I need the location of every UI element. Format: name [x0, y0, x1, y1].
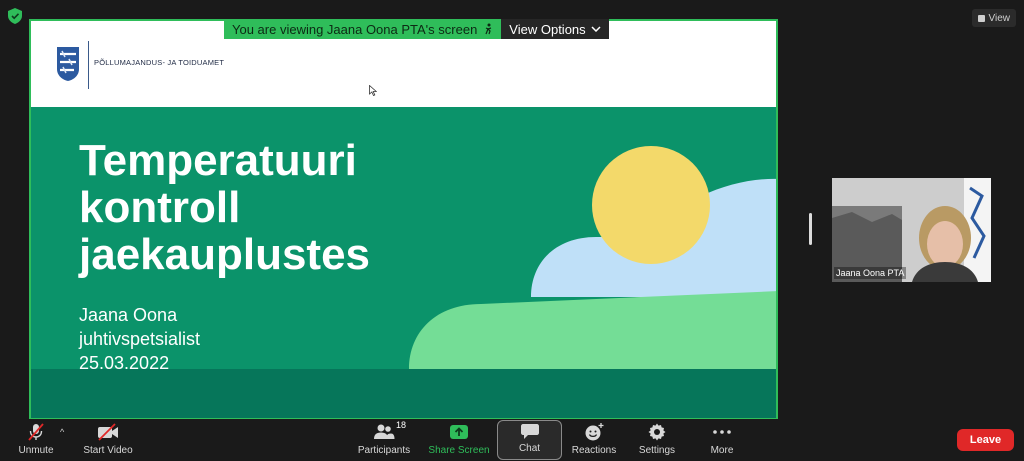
- participants-label: Participants: [357, 445, 411, 456]
- viewing-screen-text: You are viewing Jaana Oona PTA's screen: [232, 21, 478, 37]
- mouse-pointer-icon: [369, 85, 377, 96]
- chat-button[interactable]: Chat: [497, 420, 562, 460]
- settings-button[interactable]: Settings: [634, 419, 680, 461]
- slide-footer-band: [31, 369, 776, 418]
- shared-screen[interactable]: Põllumajandus- ja Toiduamet Temperatuuri…: [29, 19, 778, 420]
- participants-button[interactable]: 18 Participants: [355, 419, 413, 461]
- chat-label: Chat: [518, 443, 541, 454]
- hill-shape: [409, 291, 776, 369]
- view-button[interactable]: View: [971, 9, 1016, 27]
- share-screen-label: Share Screen: [428, 445, 490, 456]
- presenter-info: Jaana Oona juhtivspetsialist 25.03.2022: [79, 303, 200, 375]
- more-label: More: [710, 445, 734, 456]
- reactions-button[interactable]: Reactions: [568, 419, 620, 461]
- coat-of-arms-logo: [57, 47, 79, 81]
- view-options-dropdown[interactable]: View Options: [501, 19, 609, 39]
- view-layout-icon: [977, 14, 985, 22]
- panel-resize-handle[interactable]: [809, 213, 812, 245]
- logo-divider: [88, 41, 89, 89]
- slide-title-line: jaekauplustes: [79, 230, 371, 279]
- video-off-icon: [96, 422, 120, 442]
- presenter-name: Jaana Oona: [79, 305, 178, 325]
- unmute-button[interactable]: Unmute: [14, 419, 58, 461]
- slide-title: Temperatuuri kontroll jaekauplustes: [79, 137, 370, 278]
- chat-bubble-icon: [518, 421, 542, 440]
- screen-share-banner: You are viewing Jaana Oona PTA's screen …: [224, 19, 609, 39]
- start-video-button[interactable]: Start Video: [80, 419, 136, 461]
- more-dots-icon: [710, 422, 734, 442]
- chevron-down-icon: [591, 26, 601, 32]
- remote-control-icon: [485, 23, 492, 35]
- zoom-meeting-window: View You are viewing Jaana Oona PTA's sc…: [0, 0, 1024, 461]
- leave-button[interactable]: Leave: [957, 429, 1014, 451]
- slide-title-line: kontroll: [79, 183, 241, 232]
- view-options-label: View Options: [509, 21, 586, 37]
- more-button[interactable]: More: [700, 419, 744, 461]
- start-video-label: Start Video: [83, 445, 133, 456]
- security-shield-icon[interactable]: [8, 8, 22, 24]
- sun-shape: [592, 146, 710, 264]
- participant-name-label: Jaana Oona PTA: [834, 267, 907, 279]
- participant-video-tile[interactable]: Jaana Oona PTA: [832, 178, 991, 282]
- unmute-label: Unmute: [18, 445, 54, 456]
- emoji-icon: [582, 422, 606, 442]
- slide-title-line: Temperatuuri: [79, 136, 357, 185]
- gear-icon: [645, 422, 669, 442]
- audio-options-caret-icon[interactable]: ^: [60, 427, 64, 437]
- share-screen-icon: [447, 422, 471, 442]
- view-button-label: View: [988, 12, 1011, 24]
- muted-microphone-icon: [24, 422, 48, 442]
- viewing-screen-message: You are viewing Jaana Oona PTA's screen: [224, 19, 502, 39]
- presenter-role: juhtivspetsialist: [79, 329, 201, 349]
- meeting-toolbar: Unmute ^ Start Video 18 Participants Sha…: [0, 419, 1024, 461]
- reactions-label: Reactions: [571, 445, 617, 456]
- participants-icon: 18: [372, 420, 406, 442]
- participants-count: 18: [396, 420, 407, 430]
- organization-name: Põllumajandus- ja Toiduamet: [94, 58, 225, 67]
- settings-label: Settings: [638, 445, 676, 456]
- share-screen-button[interactable]: Share Screen: [428, 419, 490, 461]
